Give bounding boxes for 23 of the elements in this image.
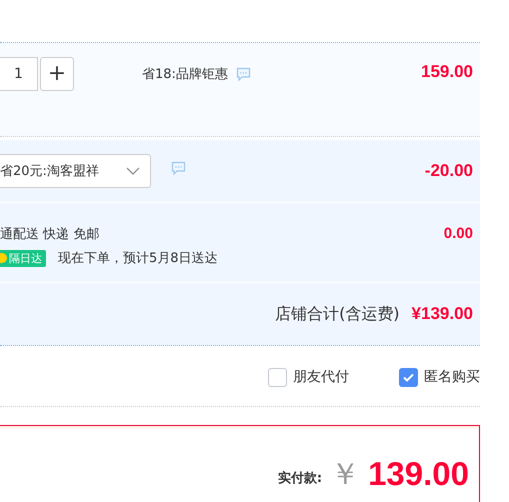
comment-icon[interactable] bbox=[236, 67, 251, 82]
payment-amount: 139.00 bbox=[368, 457, 469, 490]
checkbox[interactable] bbox=[268, 368, 287, 386]
shipping-fee: 0.00 bbox=[444, 225, 473, 244]
currency-symbol: ￥ bbox=[330, 460, 360, 490]
chevron-icon bbox=[126, 167, 140, 175]
shop-total-amount: ¥139.00 bbox=[412, 304, 473, 324]
quantity-field[interactable]: 1 bbox=[0, 57, 38, 91]
shop-total-label: 店铺合计(含运费) bbox=[275, 304, 400, 324]
delivery-estimate: 现在下单，预计5月8日送达 bbox=[58, 250, 218, 267]
payment-label: 实付款: bbox=[278, 470, 322, 487]
comment-icon[interactable] bbox=[171, 160, 186, 176]
discount-amount: -20.00 bbox=[424, 161, 473, 181]
item-price: 159.00 bbox=[421, 62, 473, 82]
delivery-badge: 隔日达 bbox=[0, 250, 46, 266]
option-label: 朋友代付 bbox=[293, 368, 349, 386]
option-label: 匿名购买 bbox=[424, 368, 480, 386]
checkbox[interactable] bbox=[399, 368, 418, 386]
shipping-method: 通配送 快递 免邮 bbox=[0, 226, 100, 243]
promotion-text: 省18:品牌钜惠 bbox=[142, 66, 228, 83]
checkmark-icon bbox=[403, 372, 414, 382]
coupon-dropdown[interactable]: 省20元:淘客盟祥 bbox=[0, 154, 151, 188]
increase-button[interactable]: + bbox=[40, 57, 74, 91]
